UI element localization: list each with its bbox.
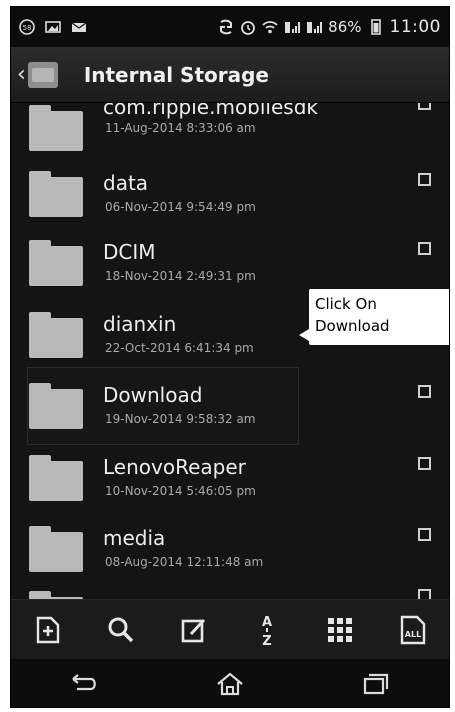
sync-icon — [220, 19, 233, 35]
message-icon — [71, 22, 87, 32]
sim1-signal-icon — [285, 22, 301, 33]
folder-date: 08-Aug-2014 12:11:48 am — [105, 555, 264, 569]
folder-icon — [29, 171, 83, 217]
tutorial-callout: Click On Download — [299, 289, 449, 345]
folder-date: 22-Oct-2014 6:41:34 pm — [105, 341, 254, 355]
folder-icon — [29, 312, 83, 358]
folder-name: dianxin — [103, 312, 177, 336]
back-chevron-icon[interactable]: ‹ — [17, 62, 26, 87]
clock: 11:00 — [389, 17, 441, 37]
list-item-partial[interactable] — [11, 587, 449, 599]
folder-name: media — [103, 526, 166, 550]
folder-date: 18-Nov-2014 2:49:31 pm — [105, 269, 256, 283]
folder-name: LenovoReaper — [103, 455, 246, 479]
folder-date: 10-Nov-2014 5:46:05 pm — [105, 484, 256, 498]
folder-icon — [29, 383, 83, 429]
folder-name: data — [103, 171, 149, 195]
svg-text:ALL: ALL — [404, 630, 420, 639]
bottom-toolbar: AZ ALL — [11, 599, 449, 659]
notification-icon: 58 — [19, 19, 35, 35]
list-item-download[interactable]: Download 19-Nov-2014 9:58:32 am — [11, 373, 449, 443]
checkbox[interactable] — [418, 457, 431, 470]
checkbox[interactable] — [418, 103, 431, 110]
sort-az-icon[interactable]: AZ — [250, 613, 284, 647]
phone-screen: 58 86% 11:00 ‹ Internal Storage com.ripp… — [10, 6, 450, 708]
callout-line-1: Click On — [315, 295, 377, 313]
app-logo-icon[interactable] — [27, 61, 58, 88]
checkbox[interactable] — [418, 173, 431, 186]
folder-name: com.ripple.mobilesdk — [103, 103, 318, 119]
list-item-com-ripple-mobilesdk[interactable]: com.ripple.mobilesdk 11-Aug-2014 8:33:06… — [11, 103, 449, 159]
folder-icon — [29, 105, 83, 151]
battery-icon — [370, 19, 381, 35]
recents-icon[interactable] — [356, 667, 396, 701]
battery-percent: 86% — [328, 18, 362, 36]
home-icon[interactable] — [210, 667, 250, 701]
checkbox[interactable] — [418, 242, 431, 255]
checkbox[interactable] — [418, 528, 431, 541]
image-notification-icon — [45, 21, 61, 33]
folder-date: 06-Nov-2014 9:54:49 pm — [105, 200, 256, 214]
folder-icon — [29, 455, 83, 501]
folder-icon — [29, 526, 83, 572]
checkbox[interactable] — [418, 589, 431, 599]
svg-text:A: A — [261, 615, 271, 630]
folder-name: Download — [103, 383, 203, 407]
folder-date: 19-Nov-2014 9:58:32 am — [105, 412, 256, 426]
folder-name: DCIM — [103, 240, 156, 264]
list-item-media[interactable]: media 08-Aug-2014 12:11:48 am — [11, 516, 449, 586]
callout-line-2: Download — [315, 317, 390, 335]
list-item-lenovoreaper[interactable]: LenovoReaper 10-Nov-2014 5:46:05 pm — [11, 445, 449, 515]
select-all-icon[interactable]: ALL — [396, 613, 430, 647]
wifi-icon — [262, 21, 278, 34]
new-file-icon[interactable] — [31, 613, 65, 647]
checkbox[interactable] — [418, 385, 431, 398]
status-bar: 58 86% 11:00 — [11, 7, 449, 47]
alarm-icon — [241, 21, 256, 35]
list-item-data[interactable]: data 06-Nov-2014 9:54:49 pm — [11, 161, 449, 231]
sim2-signal-icon — [307, 22, 323, 33]
app-bar: ‹ Internal Storage — [11, 47, 449, 103]
file-list[interactable]: com.ripple.mobilesdk 11-Aug-2014 8:33:06… — [11, 103, 449, 599]
svg-text:58: 58 — [23, 24, 32, 32]
page-title: Internal Storage — [83, 62, 269, 87]
folder-icon — [29, 240, 83, 286]
search-icon[interactable] — [104, 613, 138, 647]
grid-view-icon[interactable] — [323, 613, 357, 647]
system-nav-bar — [11, 659, 449, 707]
svg-text:Z: Z — [262, 634, 271, 647]
back-icon[interactable] — [64, 667, 104, 701]
folder-date: 11-Aug-2014 8:33:06 am — [105, 121, 256, 135]
rename-icon[interactable] — [177, 613, 211, 647]
